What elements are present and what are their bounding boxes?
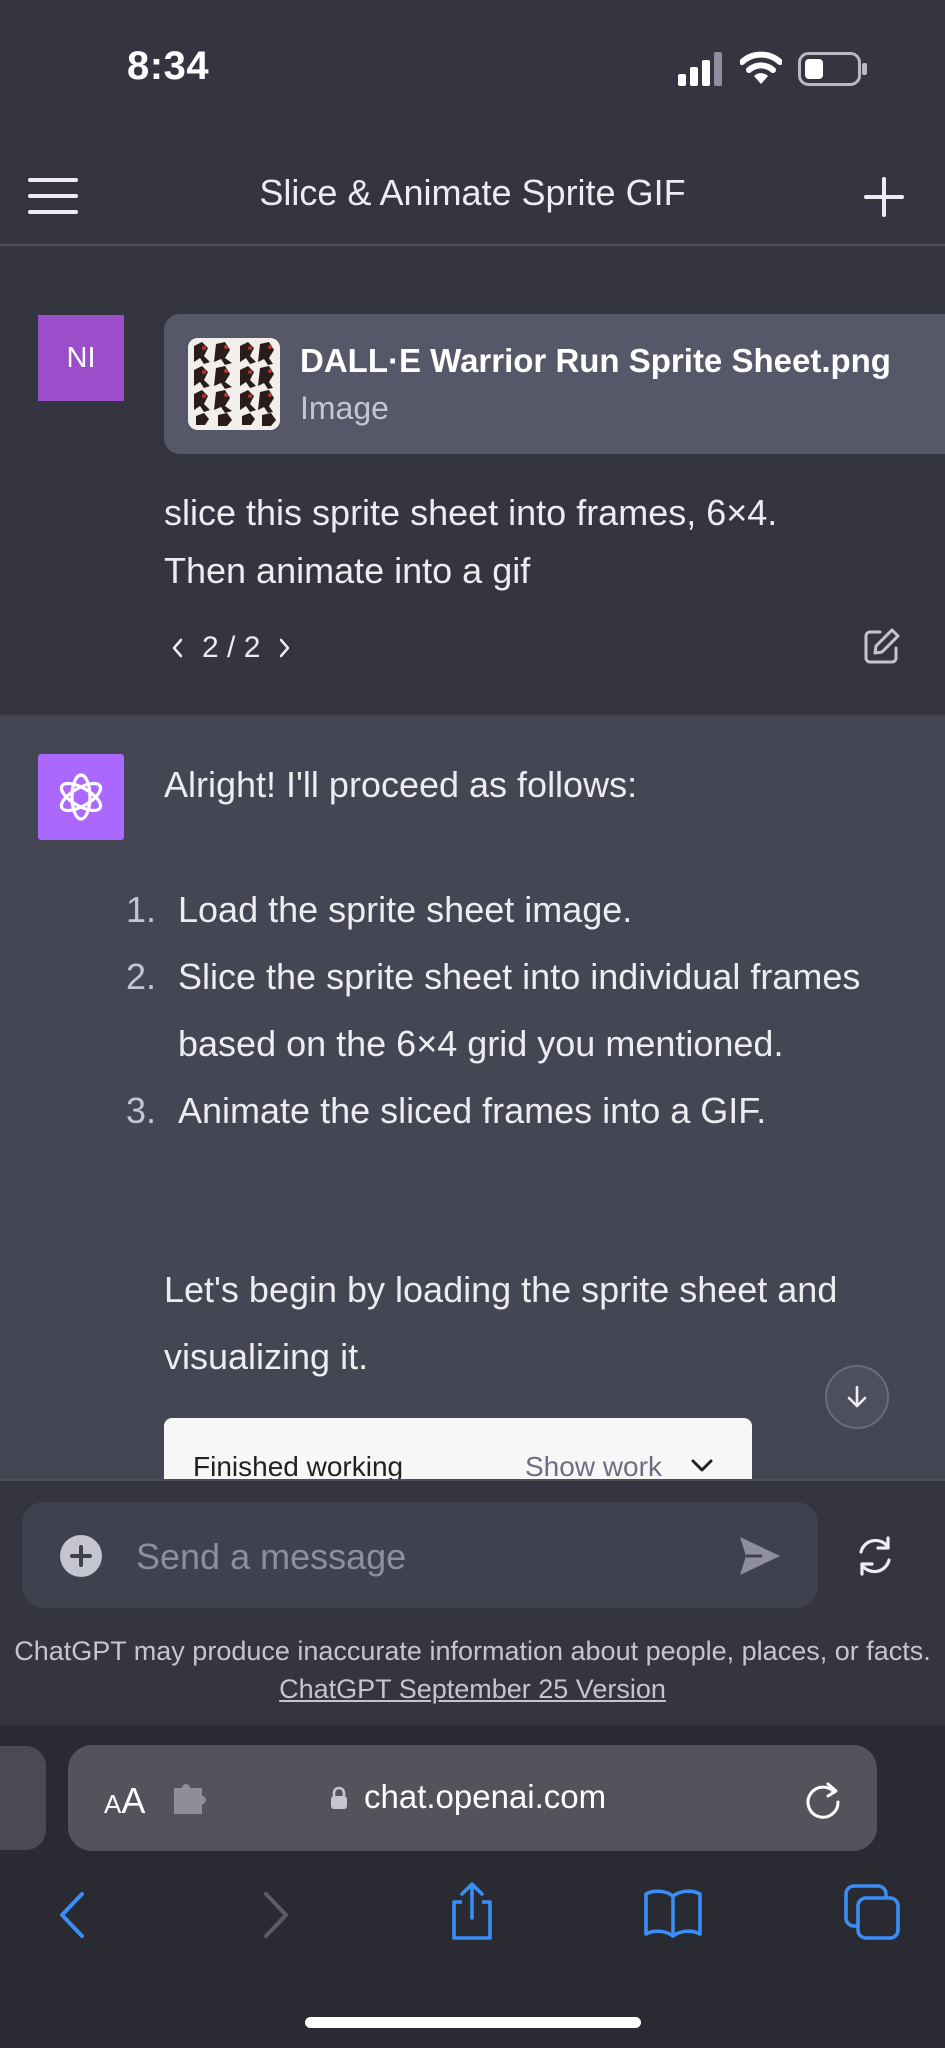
assistant-outro-text: Let's begin by loading the sprite sheet … (164, 1269, 838, 1377)
arrow-down-icon (847, 1385, 867, 1408)
chevron-left-icon[interactable] (166, 633, 188, 663)
battery-icon (798, 52, 867, 86)
extensions-icon[interactable] (172, 1782, 212, 1816)
wifi-icon (740, 51, 782, 84)
cellular-signal-icon (678, 52, 722, 86)
attachment-thumbnail[interactable] (188, 338, 280, 430)
step-number: 3. (126, 1090, 157, 1131)
chevron-down-icon[interactable] (690, 1458, 714, 1474)
user-avatar: NI (38, 315, 124, 401)
list-item: 1. Load the sprite sheet image. (126, 876, 886, 943)
list-item: 3. Animate the sliced frames into a GIF. (126, 1077, 886, 1144)
chevron-right-icon[interactable] (274, 633, 296, 663)
share-icon[interactable] (446, 1880, 498, 1942)
scroll-to-bottom-button[interactable] (825, 1365, 889, 1429)
send-icon[interactable] (738, 1535, 782, 1577)
sprite-sheet-thumbnail-image (188, 338, 280, 430)
url-text: chat.openai.com (364, 1778, 607, 1815)
status-time: 8:34 (127, 44, 210, 88)
page-title: Slice & Animate Sprite GIF (259, 172, 686, 213)
list-item: 2. Slice the sprite sheet into individua… (126, 943, 886, 1077)
previous-tab-peek[interactable] (0, 1746, 46, 1850)
back-icon[interactable] (54, 1890, 90, 1940)
version-counter: 2 / 2 (202, 631, 261, 664)
text-size-large-glyph: A (121, 1780, 146, 1821)
response-version-nav: 2 / 2 (166, 628, 296, 668)
bookmarks-icon[interactable] (643, 1888, 703, 1938)
step-number: 1. (126, 889, 157, 930)
assistant-intro-text: Alright! I'll proceed as follows: (164, 764, 638, 805)
assistant-avatar (38, 754, 124, 840)
disclaimer-text: ChatGPT may produce inaccurate informati… (14, 1636, 931, 1666)
forward-icon[interactable] (258, 1890, 294, 1940)
message-input[interactable] (134, 1526, 698, 1588)
reload-icon[interactable] (804, 1780, 844, 1820)
disclaimer: ChatGPT may produce inaccurate informati… (0, 1632, 945, 1708)
attachment-filename: DALL·E Warrior Run Sprite Sheet.png (300, 342, 891, 379)
lock-icon (331, 1786, 347, 1809)
attachment-card[interactable] (164, 314, 945, 454)
step-text: Animate the sliced frames into a GIF. (178, 1090, 767, 1131)
step-text: Load the sprite sheet image. (178, 889, 633, 930)
steps-list: 1. Load the sprite sheet image. 2. Slice… (126, 876, 886, 1144)
user-message-text: slice this sprite sheet into frames, 6×4… (164, 492, 778, 591)
text-size-button[interactable]: AA (104, 1780, 145, 1822)
step-number: 2. (126, 956, 157, 997)
text-size-small-glyph: A (104, 1789, 122, 1819)
step-text: Slice the sprite sheet into individual f… (178, 956, 861, 1064)
tabs-icon[interactable] (844, 1884, 902, 1942)
version-link[interactable]: ChatGPT September 25 Version (279, 1674, 666, 1704)
edit-icon[interactable] (862, 626, 902, 666)
plus-icon[interactable] (862, 175, 906, 219)
attachment-type-label: Image (300, 390, 389, 426)
openai-logo-icon (59, 773, 103, 821)
plus-circle-icon[interactable] (60, 1535, 102, 1577)
regenerate-icon[interactable] (853, 1534, 897, 1578)
home-indicator (305, 2017, 641, 2028)
